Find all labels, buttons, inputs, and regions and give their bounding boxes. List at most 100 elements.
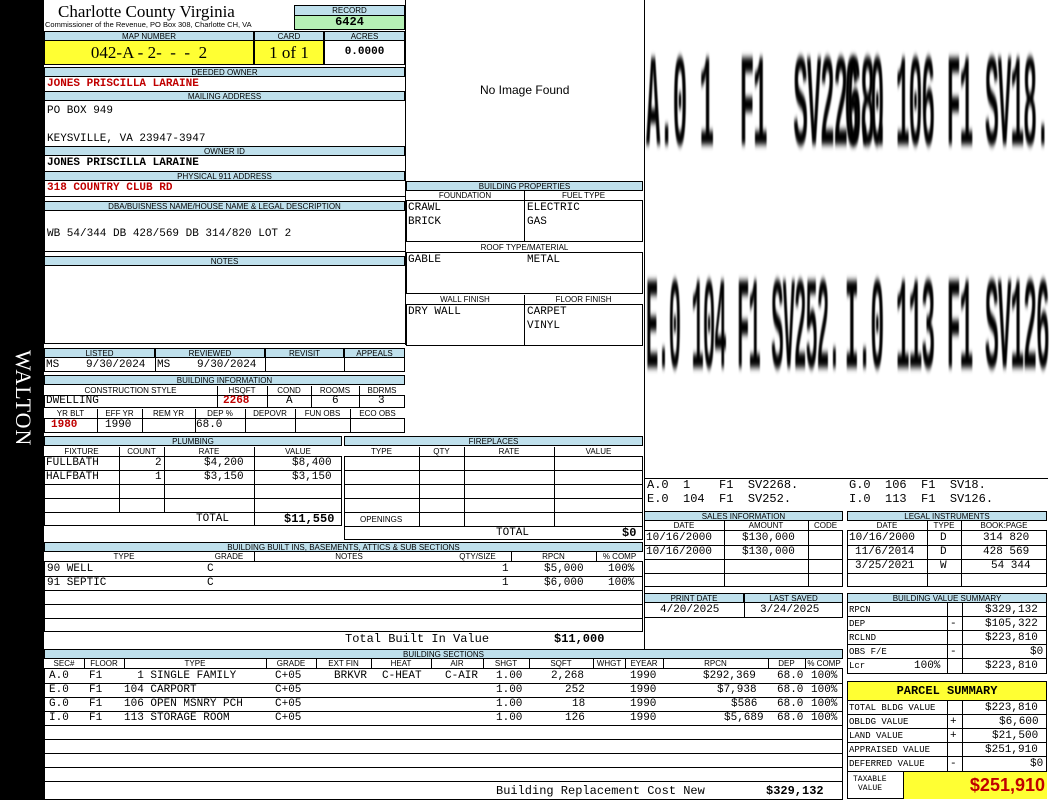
sections-col-ext: EXT FIN [328,659,359,668]
reviewed-by: MS [157,359,171,371]
sales-row-2-date: 10/16/2000 [646,546,713,558]
sections-col-comp: % COMP [807,659,841,668]
legal-col-book: BOOK:PAGE [980,521,1028,530]
parcel-appraised-label: APPRAISED VALUE [849,745,931,755]
legal-row-1-book: 314 820 [983,532,1030,544]
parcel-obldg-value: $6,600 [999,716,1039,728]
section-row-2-shgt: 1.00 [496,684,523,696]
built-ins-col-comp: % COMP [602,552,637,561]
parcel-appraised-value: $251,910 [985,744,1038,756]
parcel-deferred-value: $0 [1030,758,1044,770]
bvs-obs-label: OBS F/E [849,647,887,657]
listed-by: MS [46,359,60,371]
sketch-label-g: G.0 106 F1 SV18. [845,40,1050,189]
parcel-land-sign: + [950,730,957,742]
sketch-label-i: I.0 113 F1 SV126. [845,263,1050,412]
section-row-3-dep: 68.0 [777,698,804,710]
legal-row-1-type: D [940,532,947,544]
legal-row-3-book: 54 344 [991,560,1031,572]
section-row-1-sqft: 2,268 [551,670,585,682]
address-911-value: 318 COUNTRY CLUB RD [47,182,173,194]
commissioner-text: Commissioner of the Revenue, PO Box 308,… [45,20,252,29]
fireplace-total-value: $0 [622,526,637,540]
section-row-1-eyear: 1990 [630,670,657,682]
section-row-4-comp: 100% [811,712,838,724]
section-row-3-grade: C+05 [275,698,302,710]
bdrms-value: 3 [378,395,385,407]
building-properties-title: BUILDING PROPERTIES [406,181,643,191]
built-in-row-2-type: 91 SEPTIC [47,577,107,589]
section-row-4-grade: C+05 [275,712,302,724]
section-row-4-type: 113 STORAGE ROOM [124,712,230,724]
built-ins-col-grade: GRADE [214,552,244,561]
funobs-label: FUN OBS [304,409,341,418]
built-in-row-1-type: 90 WELL [47,563,94,575]
owner-id-value: JONES PRISCILLA LARAINE [47,157,199,169]
effyr-label: EFF YR [105,409,134,418]
section-row-1-heat: C-HEAT [382,670,422,682]
parcel-summary-title: PARCEL SUMMARY [847,681,1047,701]
legal-row-3-type: W [940,560,947,572]
plumbing-col-rate: RATE [198,447,220,456]
section-row-2-eyear: 1990 [630,684,657,696]
fireplace-openings-label: OPENINGS [360,515,403,524]
built-in-row-2-rpcn: $6,000 [544,577,584,589]
listed-date: 9/30/2024 [86,359,146,371]
legal-row-2-date: 11/6/2014 [855,546,915,558]
built-in-row-1-qty: 1 [502,563,509,575]
plumbing-total-value: $11,550 [284,512,335,526]
reviewed-date: 9/30/2024 [197,359,257,371]
section-row-3-type: 106 OPEN MSNRY PCH [124,698,243,710]
wall-finish-1: DRY WALL [408,306,461,318]
sales-col-code: CODE [813,521,838,530]
legal-instruments-title: LEGAL INSTRUMENTS [847,511,1047,521]
bvs-lcr-pct: 100% [914,660,941,672]
bvs-rclnd-label: RCLND [849,633,877,643]
fireplace-col-type: TYPE [371,447,392,456]
section-row-1-sec: A.0 [49,670,69,682]
sections-col-whgt: WHGT [596,659,622,668]
legal-row-1-date: 10/16/2000 [849,532,916,544]
sections-col-rpcn: RPCN [704,659,727,668]
yrblt-label: YR BLT [56,409,85,418]
legal-description-value: WB 54/344 DB 428/569 DB 314/820 LOT 2 [47,228,292,240]
parcel-obldg-label: OBLDG VALUE [849,717,909,727]
acres-value: 0.0000 [324,40,405,65]
sketch-key-4: I.0 113 F1 SV126. [849,492,994,506]
bvs-dep-label: DEP [849,619,866,629]
bvs-rclnd-value: $223,810 [985,632,1038,644]
map-number-value: 042-A - 2- - - 2 [44,40,254,65]
parcel-obldg-sign: + [950,716,957,728]
plumbing-total-label: TOTAL [196,513,230,525]
foundation-1: CRAWL [408,202,442,214]
side-label: WALTON [11,350,36,447]
print-date-value: 4/20/2025 [660,604,720,616]
built-ins-col-qty: QTY/SIZE [459,552,496,561]
side-strip: WALTON [0,0,44,800]
built-ins-title: BUILDING BUILT INS, BASEMENTS, ATTICS & … [44,542,643,552]
section-row-1-rpcn: $292,369 [703,670,756,682]
floor-finish-2: VINYL [527,320,561,332]
plumbing-row-1-count: 2 [155,457,162,469]
section-row-3-sec: G.0 [49,698,69,710]
hsqft-value: 2268 [223,395,250,407]
cond-value: A [286,395,293,407]
county-title: Charlotte County Virginia [58,2,235,21]
bvs-rpcn-label: RPCN [849,605,871,615]
section-row-4-floor: F1 [89,712,103,724]
section-row-1-type: 1 SINGLE FAMILY [124,670,237,682]
sections-col-air: AIR [450,659,464,668]
yrblt-value: 1980 [51,419,78,431]
section-row-1-air: C-AIR [445,670,479,682]
foundation-label: FOUNDATION [438,191,492,200]
fireplaces-title: FIREPLACES [344,436,643,446]
fireplace-col-qty: QTY [433,447,450,456]
section-row-2-floor: F1 [89,684,103,696]
fireplace-total-label: TOTAL [496,527,530,539]
plumbing-row-1-rate: $4,200 [204,457,244,469]
fuel-1: ELECTRIC [527,202,580,214]
section-row-3-comp: 100% [811,698,838,710]
address-911-label: PHYSICAL 911 ADDRESS [44,171,405,181]
plumbing-row-1-fixture: FULLBATH [46,457,99,469]
bvs-lcr-label: Lcr [849,661,866,671]
